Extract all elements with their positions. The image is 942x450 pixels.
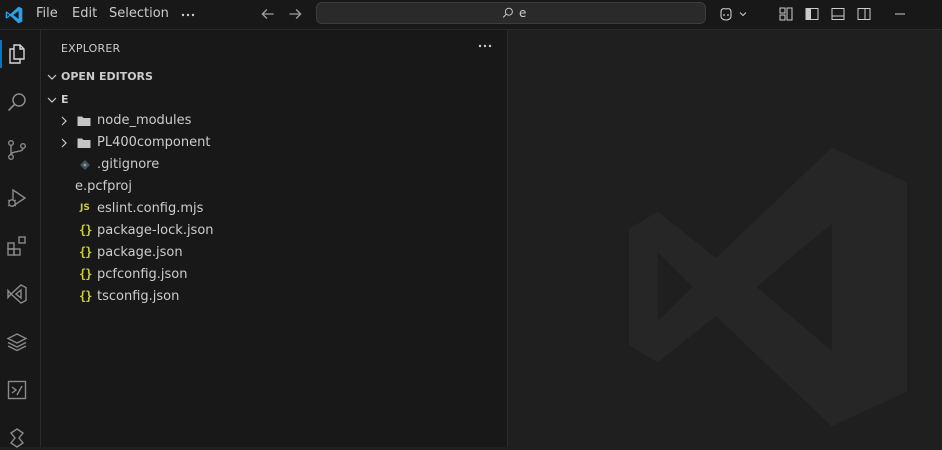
- js-icon: JS: [80, 203, 90, 213]
- active-indicator: [0, 40, 2, 68]
- workspace-section[interactable]: E: [41, 89, 507, 111]
- chevron-right-icon: [61, 138, 67, 148]
- tree-item-label: eslint.config.mjs: [97, 201, 204, 216]
- tree-item-label: e.pcfproj: [75, 179, 132, 194]
- tree-item-label: package.json: [97, 245, 183, 260]
- menu-file[interactable]: File: [36, 0, 58, 30]
- sidebar-title: EXPLORER: [61, 42, 121, 55]
- tree-file-pcfconfig[interactable]: {} pcfconfig.json: [41, 264, 507, 286]
- power-platform-icon[interactable]: [5, 378, 29, 402]
- json-icon: {}: [79, 289, 92, 303]
- arrow-left-icon[interactable]: [259, 5, 277, 23]
- open-editors-label: OPEN EDITORS: [61, 70, 153, 83]
- explorer-files-icon[interactable]: [5, 42, 29, 66]
- visual-studio-icon[interactable]: [5, 282, 29, 306]
- search-icon[interactable]: [5, 90, 29, 114]
- vscode-watermark-icon: [628, 147, 908, 427]
- more-horizontal-icon[interactable]: [180, 7, 196, 23]
- title-bar: File Edit Selection e: [0, 0, 942, 30]
- menu-edit[interactable]: Edit: [72, 0, 97, 30]
- tree-item-label: pcfconfig.json: [97, 267, 188, 282]
- search-icon: [502, 7, 513, 18]
- json-icon: {}: [79, 223, 92, 237]
- tree-file-eslint-config[interactable]: JS eslint.config.mjs: [41, 198, 507, 220]
- tree-folder-node-modules[interactable]: node_modules: [41, 110, 507, 132]
- tree-item-label: PL400component: [97, 135, 211, 150]
- json-icon: {}: [79, 267, 92, 281]
- chevron-down-icon: [47, 74, 57, 80]
- open-editors-section[interactable]: OPEN EDITORS: [41, 66, 507, 88]
- vscode-logo-icon[interactable]: [4, 5, 24, 25]
- toggle-primary-sidebar-icon[interactable]: [804, 6, 820, 22]
- toggle-panel-icon[interactable]: [830, 6, 846, 22]
- command-center-search[interactable]: e: [316, 2, 706, 24]
- copilot-icon[interactable]: [718, 6, 734, 22]
- tree-item-label: tsconfig.json: [97, 289, 180, 304]
- chevron-down-icon[interactable]: [738, 9, 748, 19]
- tree-file-pcfproj[interactable]: e.pcfproj: [41, 176, 507, 198]
- run-debug-icon[interactable]: [5, 186, 29, 210]
- json-icon: {}: [79, 245, 92, 259]
- minimize-icon[interactable]: [893, 7, 907, 21]
- toggle-secondary-sidebar-icon[interactable]: [856, 6, 872, 22]
- extensions-icon[interactable]: [5, 234, 29, 258]
- editor-area[interactable]: [508, 30, 942, 447]
- layers-icon[interactable]: [5, 330, 29, 354]
- tree-file-package[interactable]: {} package.json: [41, 242, 507, 264]
- tree-file-package-lock[interactable]: {} package-lock.json: [41, 220, 507, 242]
- customize-layout-icon[interactable]: [778, 6, 794, 22]
- chevron-down-icon: [47, 97, 57, 103]
- tree-item-label: package-lock.json: [97, 223, 214, 238]
- git-diamond-icon: [80, 160, 90, 170]
- tree-file-gitignore[interactable]: .gitignore: [41, 154, 507, 176]
- source-control-icon[interactable]: [5, 138, 29, 162]
- tree-item-label: .gitignore: [97, 157, 160, 172]
- chevron-right-icon: [61, 116, 67, 126]
- tree-folder-pl400component[interactable]: PL400component: [41, 132, 507, 154]
- activity-bar: [0, 30, 41, 450]
- tree-item-label: node_modules: [97, 113, 192, 128]
- folder-icon: [77, 116, 91, 126]
- more-actions-icon[interactable]: [477, 38, 493, 54]
- power-pages-icon[interactable]: [5, 426, 29, 450]
- tree-file-tsconfig[interactable]: {} tsconfig.json: [41, 286, 507, 308]
- menu-selection[interactable]: Selection: [109, 0, 169, 30]
- command-center-text: e: [519, 6, 527, 20]
- workspace-label: E: [61, 93, 69, 106]
- explorer-sidebar: EXPLORER OPEN EDITORS E node_modules PL4…: [41, 30, 508, 447]
- folder-icon: [77, 138, 91, 148]
- arrow-right-icon[interactable]: [286, 5, 304, 23]
